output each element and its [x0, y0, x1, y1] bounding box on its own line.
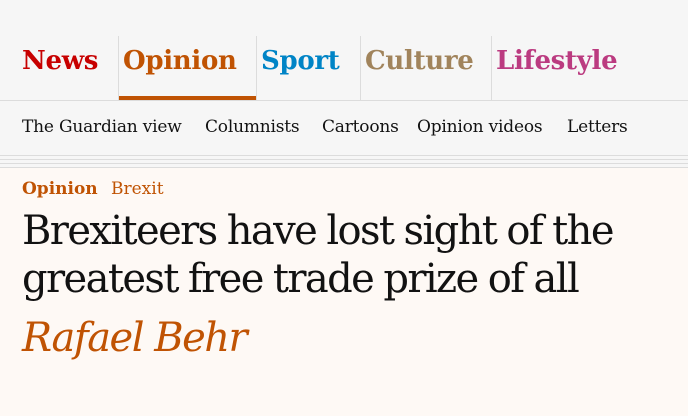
pillar-sport[interactable]: Sport: [256, 36, 360, 100]
pillar-label: Lifestyle: [496, 46, 618, 76]
subnav-item-letters[interactable]: Letters: [567, 117, 628, 137]
subnav-item-opinion-videos[interactable]: Opinion videos: [417, 117, 543, 137]
pillar-label: Opinion: [123, 46, 237, 76]
sub-nav: The Guardian view Columnists Cartoons Op…: [0, 101, 688, 155]
series-link[interactable]: Brexit: [111, 179, 164, 199]
article-header: Opinion Brexit Brexiteers have lost sigh…: [0, 169, 688, 416]
byline-author[interactable]: Rafael Behr: [22, 314, 248, 362]
pillar-culture[interactable]: Culture: [360, 36, 491, 100]
pillar-label: News: [22, 46, 99, 76]
subnav-item-cartoons[interactable]: Cartoons: [322, 117, 399, 137]
subnav-item-guardian-view[interactable]: The Guardian view: [22, 117, 182, 137]
section-link[interactable]: Opinion: [22, 179, 98, 199]
selected-indicator: [119, 96, 256, 100]
pillar-lifestyle[interactable]: Lifestyle: [491, 36, 641, 100]
top-bar: [0, 0, 688, 36]
pillar-label: Sport: [261, 46, 340, 76]
headline: Brexiteers have lost sight of the greate…: [22, 208, 615, 302]
pillar-opinion[interactable]: Opinion: [118, 36, 256, 100]
divider-rules: [0, 155, 688, 168]
pillar-news[interactable]: News: [18, 36, 118, 100]
pillar-nav: News Opinion Sport Culture Lifestyle: [0, 36, 688, 101]
subnav-item-columnists[interactable]: Columnists: [205, 117, 300, 137]
pillar-label: Culture: [365, 46, 474, 76]
